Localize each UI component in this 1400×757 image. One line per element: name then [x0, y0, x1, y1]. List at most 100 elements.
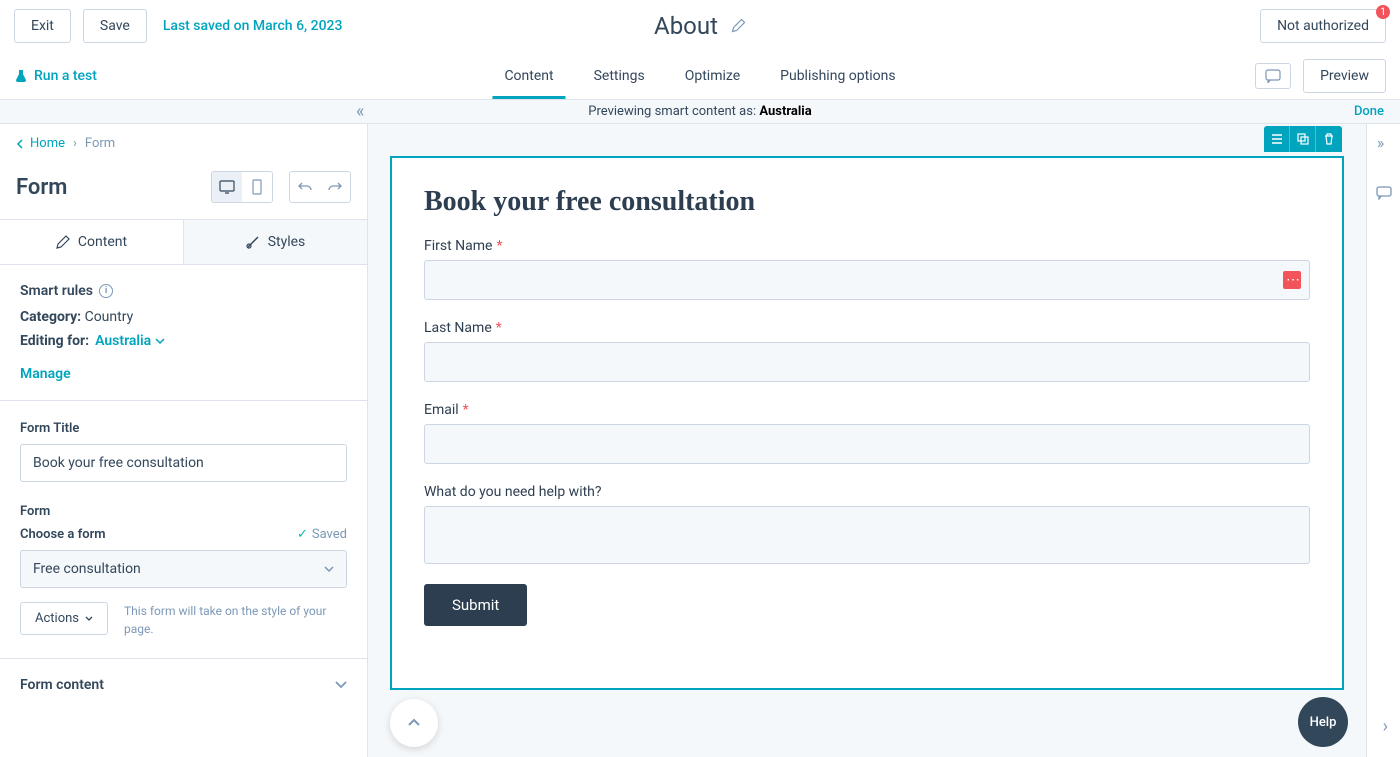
mobile-icon [252, 179, 262, 195]
notification-badge: 1 [1376, 5, 1390, 19]
last-name-field: Last Name* [424, 320, 1310, 382]
redo-button[interactable] [320, 172, 350, 202]
accordion-title: Form content [20, 677, 104, 693]
choose-form-row: Choose a form ✓ Saved [20, 527, 347, 542]
canvas: Book your free consultation First Name* … [368, 124, 1366, 757]
submit-button[interactable]: Submit [424, 584, 527, 626]
sidebar: Home › Form Form [0, 124, 368, 757]
sidebar-header: Form [0, 163, 367, 219]
form-config-section: Form Title Form Choose a form ✓ Saved Fr… [0, 401, 367, 658]
undo-button[interactable] [290, 172, 320, 202]
edit-title-icon[interactable] [730, 18, 746, 34]
trash-icon [1323, 133, 1335, 145]
copy-icon [1297, 133, 1309, 145]
breadcrumb: Home › Form [0, 124, 367, 163]
chevron-expand-icon[interactable]: › [1383, 716, 1388, 737]
run-test-link[interactable]: Run a test [14, 68, 97, 84]
right-rail: « [1366, 124, 1400, 757]
smart-rules-label: Smart rules i [20, 283, 347, 299]
mobile-view-button[interactable] [242, 172, 272, 202]
brush-icon [246, 235, 260, 249]
form-preview[interactable]: Book your free consultation First Name* … [390, 156, 1344, 690]
manage-link[interactable]: Manage [20, 366, 71, 382]
last-name-label: Last Name* [424, 320, 1310, 336]
sidebar-tab-content[interactable]: Content [0, 220, 183, 264]
comment-icon [1265, 69, 1281, 83]
copy-icon-button[interactable] [1290, 126, 1316, 152]
device-toggle [211, 171, 273, 203]
top-bar: Exit Save Last saved on March 6, 2023 Ab… [0, 0, 1400, 52]
email-label: Email* [424, 402, 1310, 418]
choose-form-label: Choose a form [20, 527, 106, 542]
desktop-view-button[interactable] [212, 172, 242, 202]
email-field: Email* [424, 402, 1310, 464]
chevron-down-icon [335, 681, 347, 689]
email-input[interactable] [424, 424, 1310, 464]
breadcrumb-home[interactable]: Home [16, 136, 65, 151]
actions-dropdown-button[interactable]: Actions [20, 602, 108, 635]
form-title-input[interactable] [20, 444, 347, 482]
actions-row: Actions This form will take on the style… [20, 602, 347, 638]
save-button[interactable]: Save [83, 9, 147, 43]
help-field: What do you need help with? [424, 484, 1310, 564]
expand-rail-icon[interactable]: « [1377, 136, 1385, 155]
sidebar-tabs: Content Styles [0, 219, 367, 265]
help-label: What do you need help with? [424, 484, 1310, 500]
collapse-sidebar-icon[interactable]: « [356, 101, 364, 122]
pencil-icon [56, 235, 70, 249]
chevron-down-icon [324, 566, 334, 572]
not-authorized-button[interactable]: Not authorized [1260, 9, 1386, 43]
saved-indicator: ✓ Saved [297, 527, 347, 542]
top-right-actions: Not authorized 1 [1260, 9, 1386, 43]
autofill-icon[interactable]: ⋯ [1283, 271, 1301, 289]
preview-strip: « Previewing smart content as: Australia… [0, 100, 1400, 124]
scroll-top-button[interactable] [390, 699, 438, 747]
form-section-label: Form [20, 504, 347, 519]
sidebar-title: Form [16, 175, 67, 200]
list-icon [1271, 133, 1283, 145]
chevron-down-icon [85, 616, 93, 621]
main-nav-tabs: Content Settings Optimize Publishing opt… [504, 54, 895, 98]
form-heading: Book your free consultation [424, 186, 1310, 218]
page-title: About [654, 12, 718, 40]
desktop-icon [219, 180, 235, 194]
editing-for-dropdown[interactable]: Australia [95, 333, 165, 349]
breadcrumb-separator: › [73, 136, 77, 151]
tab-content[interactable]: Content [504, 54, 553, 98]
chevron-down-icon [155, 338, 165, 344]
smart-rules-section: Smart rules i Category: Country Editing … [0, 265, 367, 401]
last-name-input[interactable] [424, 342, 1310, 382]
undo-icon [298, 180, 312, 194]
title-area: About [654, 12, 746, 40]
nav-right: Preview [1255, 59, 1386, 93]
form-hint-text: This form will take on the style of your… [124, 602, 347, 638]
check-icon: ✓ [297, 527, 308, 542]
breadcrumb-current: Form [85, 136, 115, 151]
comment-icon-button[interactable] [1255, 63, 1291, 89]
help-textarea[interactable] [424, 506, 1310, 564]
sidebar-tab-styles[interactable]: Styles [183, 220, 367, 264]
last-saved-text: Last saved on March 6, 2023 [163, 18, 343, 34]
tab-optimize[interactable]: Optimize [685, 54, 740, 98]
chevron-left-icon [16, 139, 26, 149]
tab-publishing[interactable]: Publishing options [780, 54, 895, 98]
category-line: Category: Country [20, 309, 347, 325]
chevron-up-icon [406, 715, 422, 731]
delete-icon-button[interactable] [1316, 126, 1342, 152]
first-name-input[interactable]: ⋯ [424, 260, 1310, 300]
comment-rail-icon[interactable] [1376, 186, 1392, 200]
form-content-accordion[interactable]: Form content [0, 658, 367, 711]
form-select-dropdown[interactable]: Free consultation [20, 550, 347, 588]
help-button[interactable]: Help [1298, 697, 1348, 747]
tab-settings[interactable]: Settings [594, 54, 645, 98]
form-title-label: Form Title [20, 421, 347, 436]
redo-icon [328, 180, 342, 194]
exit-button[interactable]: Exit [14, 9, 71, 43]
info-icon[interactable]: i [99, 284, 113, 298]
preview-button[interactable]: Preview [1303, 59, 1386, 93]
menu-icon-button[interactable] [1264, 126, 1290, 152]
editing-for-line: Editing for: Australia [20, 333, 347, 349]
flask-icon [14, 69, 28, 83]
nav-bar: Run a test Content Settings Optimize Pub… [0, 52, 1400, 100]
done-link[interactable]: Done [1354, 104, 1384, 119]
